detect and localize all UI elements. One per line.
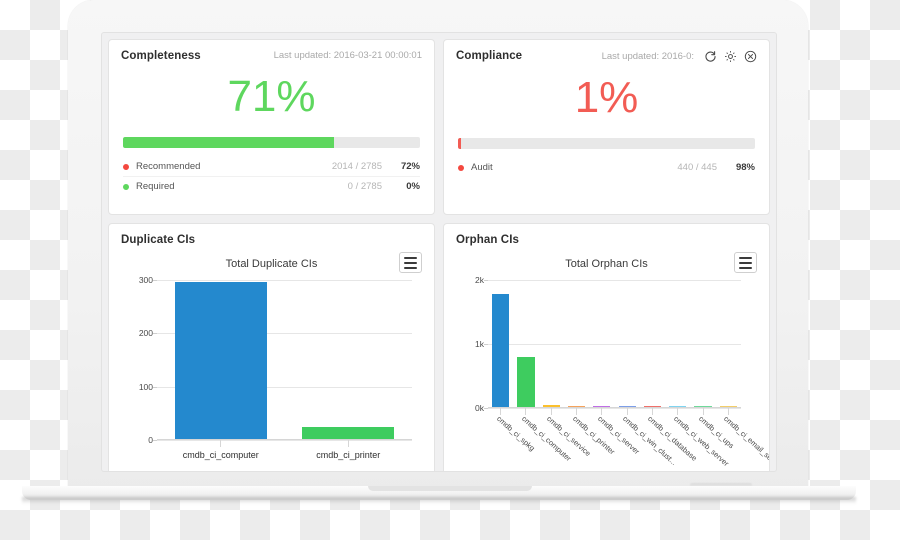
- y-axis-label: 2k: [475, 275, 484, 285]
- bar-column: [157, 280, 285, 440]
- bar[interactable]: [517, 356, 535, 408]
- compliance-meta-wrap: Last updated: 2016-0:: [602, 50, 757, 63]
- legend-percent: 0%: [406, 181, 420, 192]
- completeness-meta-wrap: Last updated: 2016-03-21 00:00:01: [274, 50, 422, 61]
- dashboard: Completeness Last updated: 2016-03-21 00…: [102, 33, 776, 471]
- panel-orphan-cis: Orphan CIs Total Orphan CIs 0k 1k 2k cmdb_c…: [443, 223, 770, 471]
- legend-percent: 98%: [735, 162, 755, 173]
- legend-count: 2014 / 2785: [331, 161, 382, 172]
- compliance-legend: Audit 440 / 445 98%: [458, 158, 755, 177]
- panel-duplicate-cis: Duplicate CIs Total Duplicate CIs 0 100 20…: [108, 223, 435, 471]
- compliance-header: Compliance Last updated: 2016-0:: [444, 40, 769, 65]
- legend-dot: [123, 183, 129, 190]
- duplicate-chart-title: Total Duplicate CIs: [225, 258, 318, 270]
- duplicate-chart-plot: 0 100 200 300 cmdb_ci_computer cmdb_ci_printe…: [139, 275, 412, 460]
- close-icon[interactable]: [744, 50, 757, 63]
- compliance-progress-track: [458, 138, 755, 149]
- legend-label: Recommended: [136, 161, 201, 172]
- laptop-base-shadow: [22, 497, 856, 504]
- compliance-progress-fill: [458, 138, 461, 149]
- legend-count: 440 / 445: [677, 162, 717, 173]
- x-axis-label: cmdb_ci_printer: [316, 450, 381, 460]
- completeness-title: Completeness: [121, 50, 201, 62]
- completeness-percent: 71%: [227, 72, 316, 121]
- legend-row: Audit 440 / 445 98%: [458, 158, 755, 177]
- bar-column: [564, 280, 589, 408]
- bar-column: [665, 280, 690, 408]
- bar-column: [640, 280, 665, 408]
- bar[interactable]: [174, 281, 267, 440]
- bar-column: [690, 280, 715, 408]
- duplicate-chart-wrap: Total Duplicate CIs 0 100 200 300 cmdb_ci_co…: [109, 248, 434, 460]
- compliance-percent: 1%: [574, 73, 639, 122]
- gear-icon[interactable]: [724, 50, 737, 63]
- compliance-title: Compliance: [456, 50, 523, 62]
- duplicate-title: Duplicate CIs: [121, 234, 196, 246]
- legend-percent: 72%: [400, 161, 420, 172]
- orphan-header: Orphan CIs: [444, 224, 769, 248]
- bar[interactable]: [302, 426, 395, 440]
- dashboard-bottom-row: Duplicate CIs Total Duplicate CIs 0 100 20…: [108, 223, 770, 471]
- bar[interactable]: [492, 294, 510, 408]
- bar-column: [285, 280, 413, 440]
- bar-column: [589, 280, 614, 408]
- refresh-icon[interactable]: [704, 50, 717, 63]
- dashboard-top-row: Completeness Last updated: 2016-03-21 00…: [108, 39, 770, 215]
- panel-compliance: Compliance Last updated: 2016-0: 1% Audi…: [443, 39, 770, 215]
- hamburger-menu-icon[interactable]: [399, 252, 422, 273]
- completeness-legend: Recommended 2014 / 2785 72% Required 0 / 278…: [123, 157, 420, 196]
- panel-completeness: Completeness Last updated: 2016-03-21 00…: [108, 39, 435, 215]
- legend-row: Required 0 / 2785 0%: [123, 176, 420, 196]
- compliance-header-icons: [704, 50, 757, 63]
- bar-column: [488, 280, 513, 408]
- y-axis-label: 100: [138, 381, 153, 392]
- legend-dot: [458, 164, 464, 171]
- laptop-trackpad-notch: [368, 486, 532, 491]
- compliance-last-updated: Last updated: 2016-0:: [601, 51, 694, 62]
- x-axis-labels: cmdb_ci_computer cmdb_ci_printer: [157, 450, 412, 460]
- legend-count: 0 / 2785: [347, 181, 382, 192]
- completeness-progress-fill: [123, 137, 334, 148]
- x-axis-label: cmdb_ci_computer: [182, 450, 259, 460]
- bar-column: [539, 280, 564, 408]
- hamburger-menu-icon[interactable]: [734, 252, 757, 273]
- y-axis-label: 200: [138, 328, 153, 339]
- bar-series: [488, 280, 741, 408]
- laptop-screen: Completeness Last updated: 2016-03-21 00…: [101, 32, 777, 472]
- bar-column: [513, 280, 538, 408]
- y-axis-label: 1k: [475, 339, 484, 349]
- completeness-progress-track: [123, 137, 420, 148]
- y-axis-label: 300: [138, 275, 153, 285]
- orphan-title: Orphan CIs: [456, 234, 519, 246]
- bar-column: [716, 280, 741, 408]
- bar-series: [157, 280, 412, 440]
- laptop-mockup: Completeness Last updated: 2016-03-21 00…: [0, 0, 900, 540]
- orphan-chart-plot: 0k 1k 2k cmdb_ci_spkg cmdb_ci_computer cmdb_c…: [475, 275, 770, 471]
- legend-label: Required: [136, 181, 175, 192]
- orphan-chart-wrap: Total Orphan CIs 0k 1k 2k cmdb_ci_spkg cmdb_…: [444, 248, 770, 471]
- legend-dot: [123, 163, 129, 170]
- completeness-header: Completeness Last updated: 2016-03-21 00…: [109, 40, 434, 64]
- legend-row: Recommended 2014 / 2785 72%: [123, 157, 420, 176]
- y-axis-label: 0k: [475, 403, 484, 413]
- y-axis-label: 0: [148, 435, 153, 445]
- completeness-last-updated: Last updated: 2016-03-21 00:00:01: [273, 50, 422, 61]
- orphan-chart-title: Total Orphan CIs: [565, 258, 648, 270]
- legend-label: Audit: [471, 162, 493, 173]
- bar-column: [614, 280, 639, 408]
- x-axis-ticks: [157, 440, 412, 447]
- duplicate-header: Duplicate CIs: [109, 224, 434, 248]
